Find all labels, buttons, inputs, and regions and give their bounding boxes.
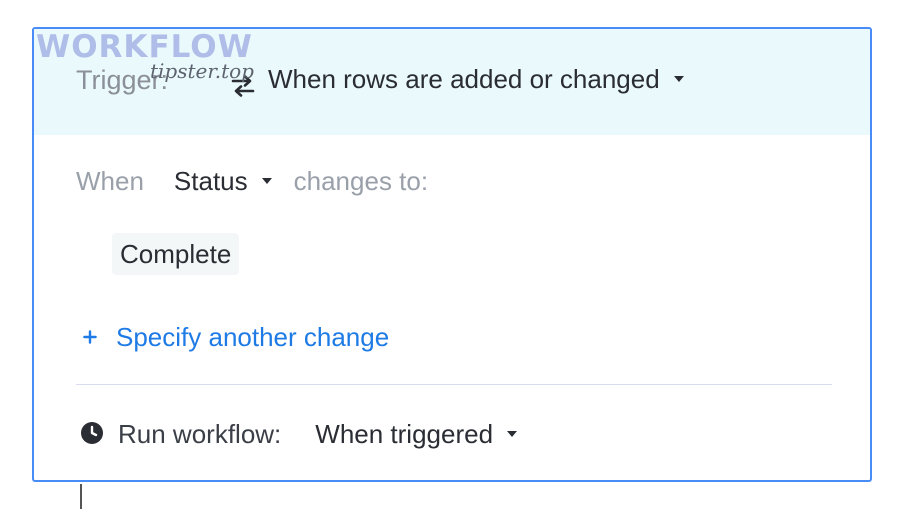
- workflow-canvas: Trigger: When rows are added or changed …: [0, 0, 900, 509]
- chevron-down-icon: [261, 178, 272, 185]
- workflow-trigger-card: Trigger: When rows are added or changed …: [32, 27, 872, 482]
- workflow-connector-line: [80, 484, 82, 509]
- column-dropdown-value: Status: [173, 166, 248, 196]
- trigger-type-dropdown[interactable]: When rows are added or changed: [268, 64, 684, 95]
- changes-to-label: changes to:: [293, 166, 429, 196]
- trigger-type-value: When rows are added or changed: [268, 64, 660, 94]
- specify-another-change-label: Specify another change: [116, 322, 390, 352]
- clock-icon: [81, 422, 103, 445]
- chevron-down-icon: [673, 76, 684, 83]
- status-value-chip[interactable]: Complete: [112, 233, 240, 275]
- column-dropdown[interactable]: Status: [174, 166, 272, 196]
- watermark-subtitle: tipster.top: [150, 59, 254, 83]
- chevron-down-icon: [507, 431, 518, 438]
- plus-icon: [83, 330, 97, 344]
- run-workflow-dropdown[interactable]: When triggered: [315, 419, 518, 449]
- condition-row: When Status changes to:: [76, 166, 428, 197]
- specify-another-change-link[interactable]: Specify another change: [82, 322, 389, 353]
- run-workflow-row: Run workflow: When triggered: [80, 419, 518, 450]
- section-divider: [76, 384, 832, 385]
- run-workflow-label: Run workflow:: [118, 419, 282, 449]
- when-label: When: [76, 166, 144, 196]
- run-workflow-value: When triggered: [315, 419, 494, 449]
